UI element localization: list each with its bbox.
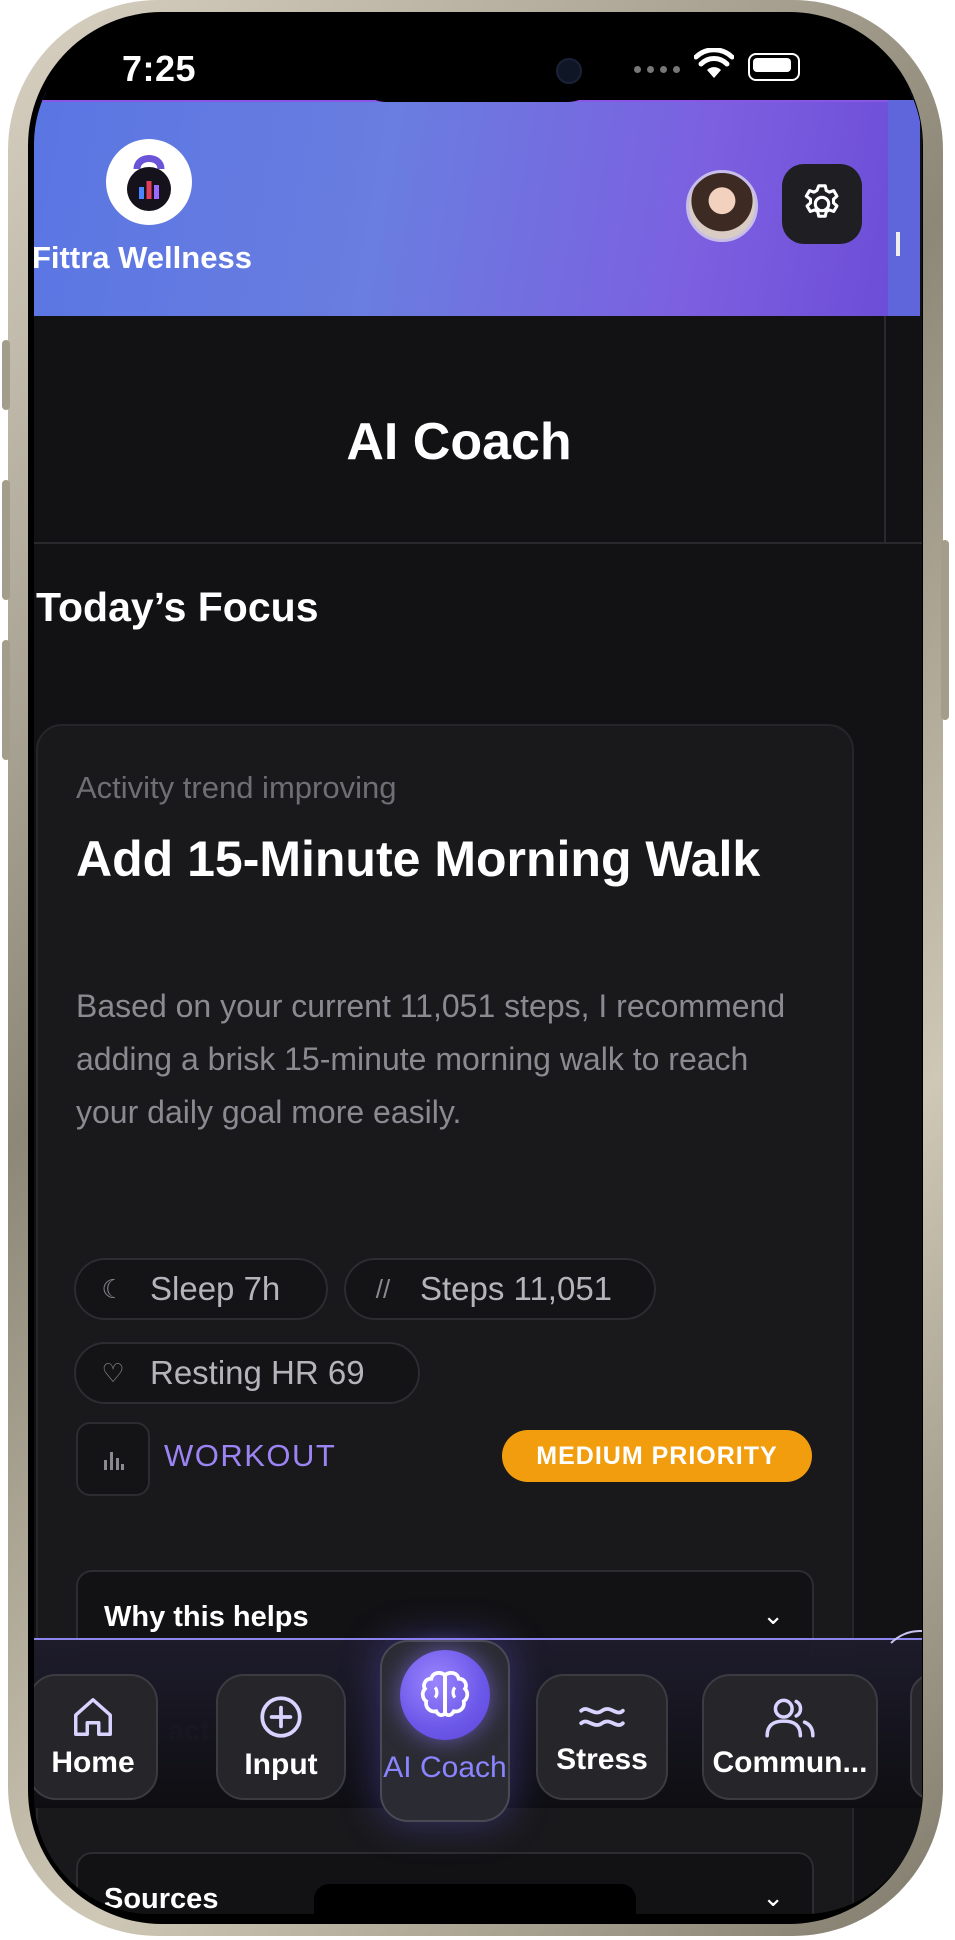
section-heading: Today’s Focus: [36, 584, 319, 630]
page-title-section: AI Coach: [34, 316, 922, 544]
app-screen: Fittra Wellness 7:25 AI Coach Today’s Fo…: [34, 26, 922, 1914]
metric-label: Steps 11,051: [420, 1270, 613, 1307]
home-icon: [74, 1698, 112, 1736]
kettlebell-icon: [127, 155, 171, 211]
settings-button[interactable]: [782, 164, 862, 244]
volume-up-button: [2, 480, 10, 600]
metric-chip-steps: // Steps 11,051: [344, 1258, 656, 1320]
nav-label: Commun...: [712, 1746, 868, 1779]
nav-label: Stress: [556, 1743, 648, 1776]
brand-name: Fittra Wellness: [34, 240, 252, 275]
nav-community[interactable]: Commun...: [702, 1674, 878, 1800]
camera-icon: [556, 58, 582, 84]
battery-icon: [748, 53, 800, 81]
status-bar: 7:25: [34, 26, 922, 102]
users-icon: [765, 1698, 815, 1738]
signal-icon: [634, 66, 680, 73]
waves-icon: [579, 1707, 625, 1727]
card-eyebrow: Activity trend improving: [76, 770, 397, 805]
moon-icon: ☾: [101, 1273, 125, 1304]
bar-chart-icon: [104, 1452, 124, 1470]
card-title: Add 15-Minute Morning Walk: [76, 831, 761, 887]
category-label: WORKOUT: [164, 1438, 337, 1473]
wifi-icon: [694, 48, 734, 78]
user-avatar[interactable]: [686, 170, 758, 242]
chevron-down-icon: ⌄: [762, 1882, 784, 1912]
status-time: 7:25: [122, 48, 197, 89]
nav-stress[interactable]: Stress: [536, 1674, 668, 1800]
nav-input[interactable]: Input: [216, 1674, 346, 1800]
ai-orb: [400, 1650, 490, 1740]
metric-chip-heart-rate: ♡ Resting HR 69: [74, 1342, 420, 1404]
metric-label: Sleep 7h: [150, 1270, 281, 1307]
action-button: [2, 340, 10, 410]
accordion-label: Why this helps: [104, 1601, 309, 1633]
category-icon-box: [76, 1422, 150, 1496]
nav-label: AI Coach: [383, 1751, 507, 1784]
metric-chip-sleep: ☾ Sleep 7h: [74, 1258, 328, 1320]
power-button: [941, 540, 949, 720]
gear-icon: [804, 184, 839, 218]
home-indicator: [314, 1884, 636, 1914]
priority-badge: MEDIUM PRIORITY: [502, 1430, 812, 1482]
volume-down-button: [2, 640, 10, 760]
app-logo[interactable]: [106, 139, 192, 225]
nav-ai-coach[interactable]: AI Coach: [380, 1640, 510, 1822]
plus-circle-icon: [260, 1696, 302, 1738]
nav-label: Input: [244, 1748, 318, 1781]
page-title: AI Coach: [346, 413, 572, 471]
dynamic-island: [352, 32, 602, 102]
steps-icon: //: [375, 1273, 391, 1304]
nav-label: Home: [51, 1746, 135, 1779]
chevron-down-icon: ⌄: [762, 1600, 784, 1630]
card-description: Based on your current 11,051 steps, I re…: [76, 988, 786, 1130]
metric-label: Resting HR 69: [150, 1354, 365, 1391]
header-overflow-edge: [888, 92, 920, 316]
nav-overflow-item[interactable]: [910, 1674, 922, 1800]
brain-icon: [420, 1671, 470, 1718]
accordion-label: Sources: [104, 1883, 219, 1914]
nav-home[interactable]: Home: [34, 1674, 158, 1800]
heart-icon: ♡: [101, 1357, 125, 1388]
